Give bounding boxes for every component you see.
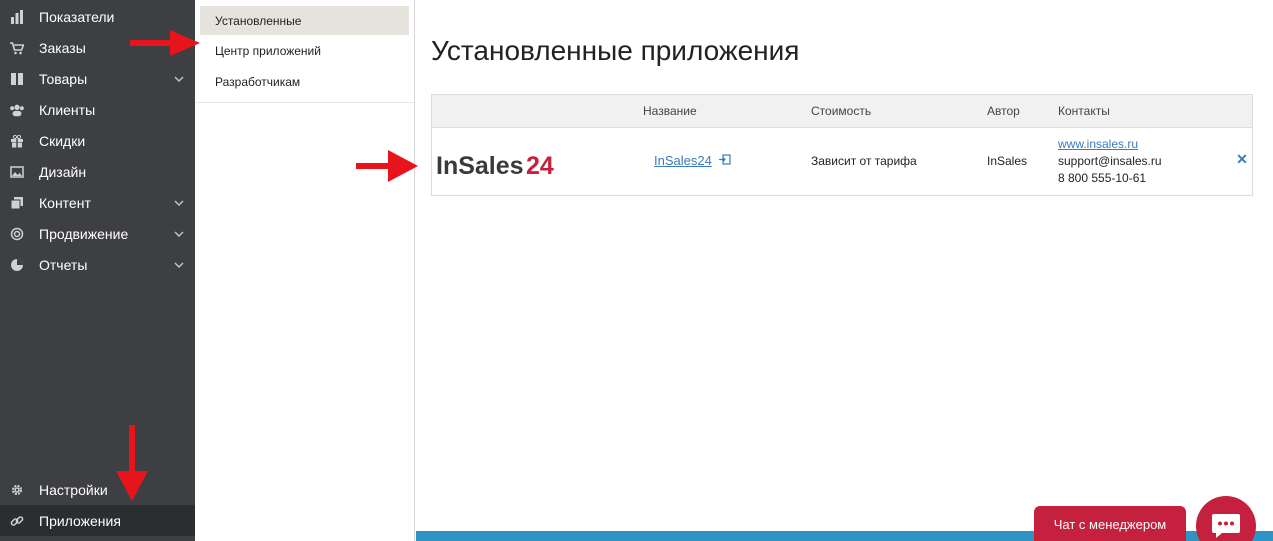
chevron-down-icon[interactable]: [172, 199, 186, 206]
chat-with-manager-button[interactable]: Чат с менеджером: [1034, 506, 1186, 541]
chevron-down-icon[interactable]: [172, 230, 186, 237]
annotation-arrow-right-icon: [130, 30, 200, 56]
column-header-cost: Стоимость: [811, 104, 872, 118]
app-author: InSales: [987, 154, 1028, 168]
cart-icon: [9, 40, 25, 56]
app-site-link[interactable]: www.insales.ru: [1058, 137, 1138, 151]
nav-item-apps[interactable]: Приложения: [0, 505, 195, 536]
gift-icon: [9, 133, 25, 149]
app-name-text[interactable]: InSales24: [654, 153, 712, 168]
image-icon: [9, 164, 25, 180]
annotation-arrow-down-icon: [116, 425, 148, 501]
subnav-menu: Установленные Центр приложений Разработч…: [195, 0, 414, 103]
pie-chart-icon: [9, 257, 25, 273]
main-sidebar: Показатели Заказы Товары Клиенты Скидки …: [0, 0, 195, 541]
column-header-author: Автор: [987, 104, 1020, 118]
nav-item-label: Приложения: [39, 512, 121, 529]
chat-icon: [1212, 514, 1240, 538]
insales24-logo: InSales 24: [436, 152, 554, 180]
subnav-item-developers[interactable]: Разработчикам: [200, 67, 409, 96]
apps-subnav: Установленные Центр приложений Разработч…: [195, 0, 415, 541]
nav-item-reports[interactable]: Отчеты: [0, 249, 195, 280]
nav-item-label: Контент: [39, 194, 91, 211]
svg-text:InSales: InSales: [436, 152, 524, 180]
subnav-item-installed[interactable]: Установленные: [200, 6, 409, 35]
nav-item-discounts[interactable]: Скидки: [0, 125, 195, 156]
nav-item-label: Отчеты: [39, 256, 88, 273]
subnav-item-app-center[interactable]: Центр приложений: [200, 36, 409, 65]
box-icon: [9, 71, 25, 87]
app-email: support@insales.ru: [1058, 154, 1162, 168]
column-header-contacts: Контакты: [1058, 104, 1110, 118]
nav-item-design[interactable]: Дизайн: [0, 156, 195, 187]
nav-item-label: Скидки: [39, 132, 86, 149]
chevron-down-icon[interactable]: [172, 261, 186, 268]
nav-item-label: Дизайн: [39, 163, 87, 180]
app-name-link[interactable]: InSales24: [654, 153, 732, 168]
users-icon: [9, 102, 25, 118]
pages-icon: [9, 195, 25, 211]
main-content: Установленные приложения Название Стоимо…: [416, 0, 1273, 541]
chevron-down-icon[interactable]: [172, 75, 186, 82]
nav-item-content[interactable]: Контент: [0, 187, 195, 218]
apps-table: Название Стоимость Автор Контакты InSale…: [431, 94, 1253, 196]
svg-text:24: 24: [526, 152, 554, 180]
nav-item-label: Товары: [39, 70, 88, 87]
open-external-icon[interactable]: [719, 153, 732, 168]
column-header-name: Название: [643, 104, 697, 118]
nav-item-label: Клиенты: [39, 101, 96, 118]
app-phone: 8 800 555-10-61: [1058, 171, 1147, 185]
table-header: Название Стоимость Автор Контакты: [432, 95, 1252, 128]
remove-app-close-icon[interactable]: ✕: [1235, 151, 1249, 167]
bar-chart-icon: [9, 9, 25, 25]
nav-item-settings[interactable]: Настройки: [0, 474, 195, 505]
page-title: Установленные приложения: [431, 35, 800, 66]
nav-item-label: Показатели: [39, 8, 115, 25]
link-icon: [9, 513, 25, 529]
nav-item-clients[interactable]: Клиенты: [0, 94, 195, 125]
nav-item-label: Продвижение: [39, 225, 129, 242]
gear-icon: [9, 482, 25, 498]
nav-item-products[interactable]: Товары: [0, 63, 195, 94]
nav-item-promotion[interactable]: Продвижение: [0, 218, 195, 249]
target-icon: [9, 226, 25, 242]
annotation-arrow-right-icon: [356, 150, 418, 182]
app-cost: Зависит от тарифа: [811, 154, 917, 168]
